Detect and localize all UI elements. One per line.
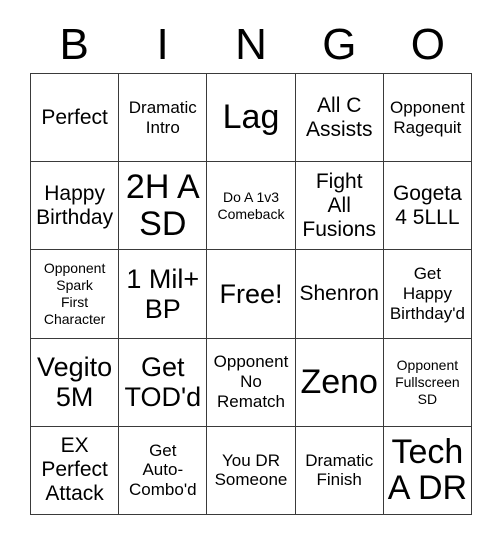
bingo-header: B I N G O xyxy=(30,16,472,73)
bingo-cell-label: Get Happy Birthday'd xyxy=(389,264,465,323)
bingo-cell-label: EX Perfect Attack xyxy=(41,434,108,506)
header-letter-i: I xyxy=(156,19,169,69)
bingo-cell[interactable]: 2H A SD xyxy=(119,162,208,251)
bingo-cell-label: Opponent No Rematch xyxy=(213,352,289,412)
bingo-cell-label: Zeno xyxy=(300,362,378,401)
bingo-cell[interactable]: Get Happy Birthday'd xyxy=(383,250,472,339)
bingo-cell[interactable]: Do A 1v3 Comeback xyxy=(207,162,296,251)
bingo-cell-label: All C Assists xyxy=(305,93,373,141)
bingo-cell[interactable]: Opponent Fullscreen SD xyxy=(383,338,472,427)
bingo-cell[interactable]: Fight All Fusions xyxy=(295,162,384,251)
bingo-card: B I N G O Perfect Dramatic Intro Lag All C … xyxy=(0,0,500,544)
bingo-cell-label: Tech A DR xyxy=(387,432,468,508)
bingo-cell-label: Shenron xyxy=(299,282,379,306)
bingo-cell-label: Gogeta 4 5LLL xyxy=(392,181,462,229)
bingo-cell[interactable]: You DR Someone xyxy=(207,426,296,515)
bingo-cell-label: You DR Someone xyxy=(214,450,288,490)
bingo-cell-label: Happy Birthday xyxy=(36,181,114,229)
bingo-cell[interactable]: Happy Birthday xyxy=(31,162,120,251)
bingo-cell-label: Dramatic Finish xyxy=(305,450,374,490)
bingo-cell[interactable]: Opponent Ragequit xyxy=(383,74,472,163)
bingo-cell-label: Lag xyxy=(222,98,280,137)
bingo-cell[interactable]: Get TOD'd xyxy=(119,338,208,427)
bingo-cell[interactable]: Lag xyxy=(207,74,296,163)
bingo-cell-label: Vegito 5M xyxy=(37,351,113,413)
header-letter-o: O xyxy=(410,19,445,69)
bingo-cell[interactable]: Free! xyxy=(207,250,296,339)
bingo-cell[interactable]: Get Auto- Combo'd xyxy=(119,426,208,515)
bingo-cell-label: 1 Mil+ BP xyxy=(126,263,200,324)
bingo-cell-label: Opponent Ragequit xyxy=(390,97,465,137)
bingo-cell-label: Perfect xyxy=(41,105,108,129)
bingo-cell[interactable]: Perfect xyxy=(31,74,120,163)
header-letter-b: B xyxy=(59,19,89,69)
bingo-cell-label: Free! xyxy=(219,278,283,309)
bingo-cell[interactable]: Opponent No Rematch xyxy=(207,338,296,427)
bingo-cell[interactable]: Zeno xyxy=(295,338,384,427)
bingo-cell-label: Do A 1v3 Comeback xyxy=(217,188,285,222)
bingo-cell[interactable]: Vegito 5M xyxy=(31,338,120,427)
bingo-cell[interactable]: EX Perfect Attack xyxy=(31,426,120,515)
bingo-cell-label: 2H A SD xyxy=(125,168,200,243)
bingo-cell-label: Opponent Fullscreen SD xyxy=(395,356,460,407)
bingo-cell[interactable]: All C Assists xyxy=(295,74,384,163)
bingo-cell[interactable]: Shenron xyxy=(295,250,384,339)
bingo-grid: Perfect Dramatic Intro Lag All C Assists Opp… xyxy=(30,73,472,515)
bingo-cell-label: Get TOD'd xyxy=(124,351,202,413)
header-letter-n: N xyxy=(235,19,267,69)
bingo-cell[interactable]: Tech A DR xyxy=(383,426,472,515)
header-letter-g: G xyxy=(322,19,357,69)
bingo-cell-label: Dramatic Intro xyxy=(128,97,197,137)
bingo-cell-label: Opponent Spark First Character xyxy=(43,259,106,328)
bingo-cell[interactable]: Dramatic Finish xyxy=(295,426,384,515)
bingo-cell[interactable]: 1 Mil+ BP xyxy=(119,250,208,339)
bingo-cell-label: Get Auto- Combo'd xyxy=(129,440,197,500)
bingo-cell[interactable]: Opponent Spark First Character xyxy=(31,250,120,339)
bingo-cell-label: Fight All Fusions xyxy=(302,169,376,241)
bingo-cell[interactable]: Gogeta 4 5LLL xyxy=(383,162,472,251)
bingo-cell[interactable]: Dramatic Intro xyxy=(119,74,208,163)
